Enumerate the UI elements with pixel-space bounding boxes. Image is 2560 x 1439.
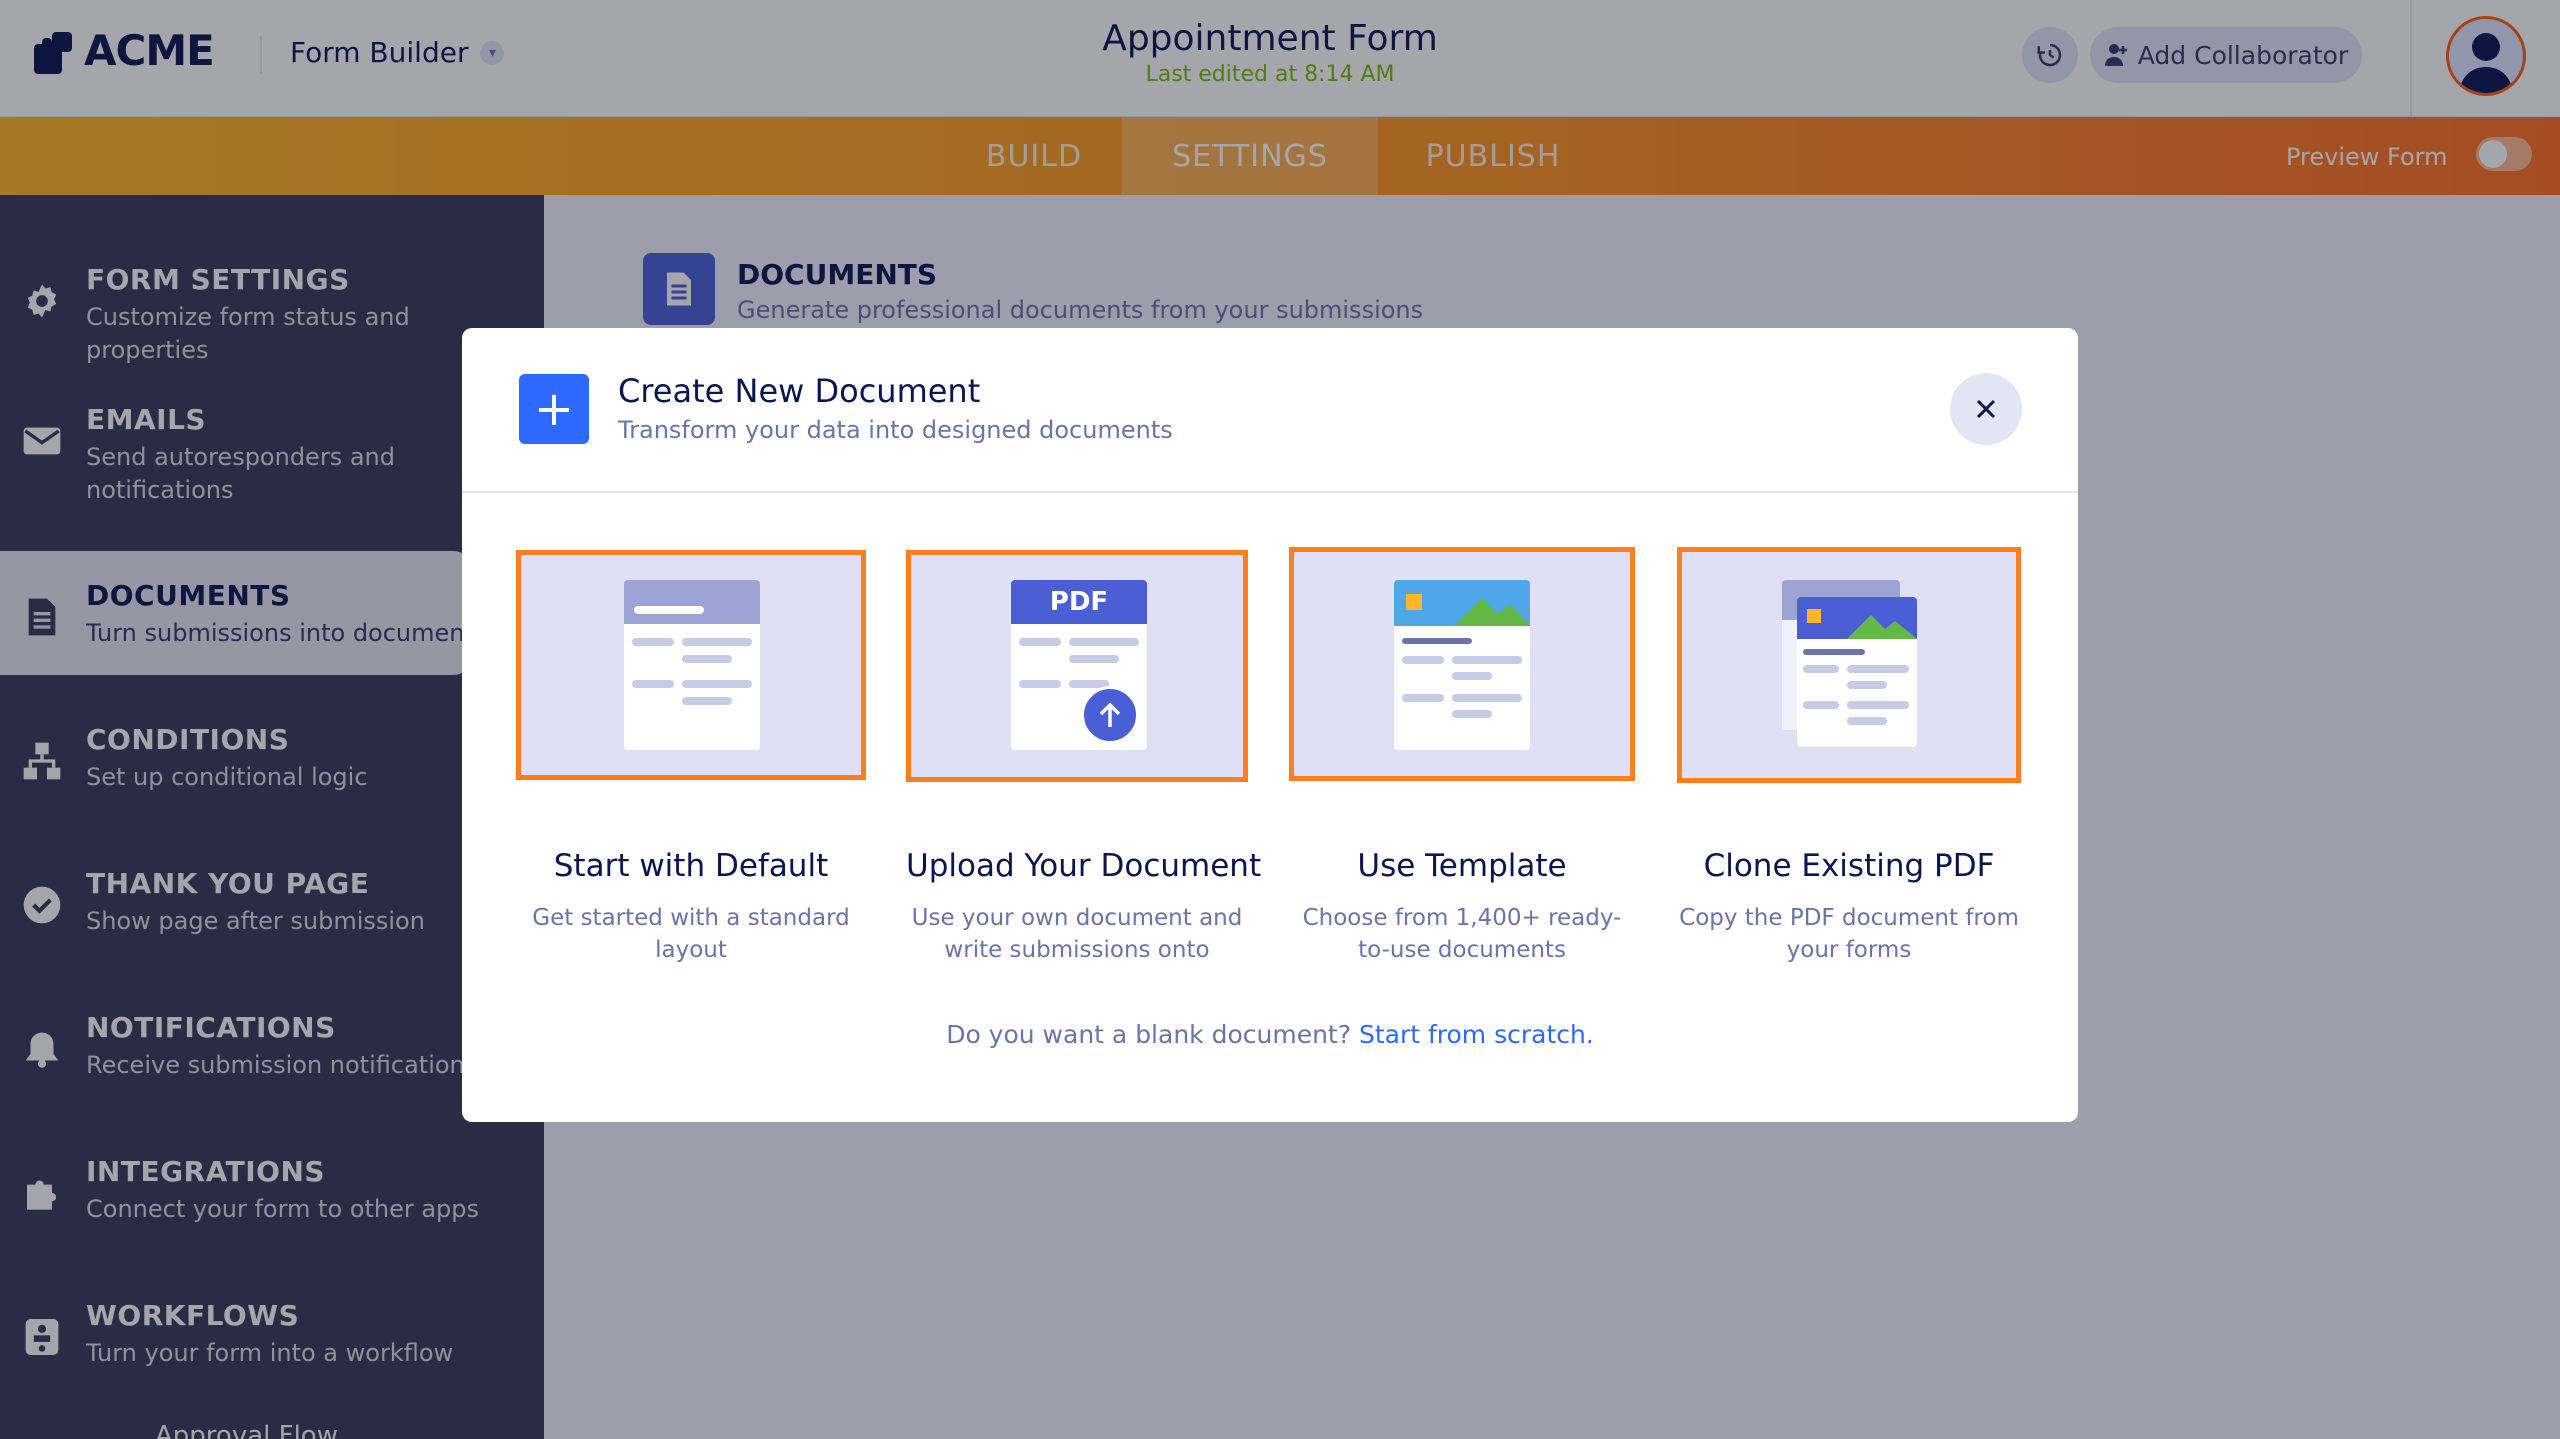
- modal-title: Create New Document: [618, 372, 981, 410]
- option-start-with-default[interactable]: Start with Default Get started with a st…: [516, 550, 866, 970]
- option-title: Clone Existing PDF: [1703, 848, 1995, 884]
- template-document-icon: [1394, 580, 1530, 750]
- option-title: Upload Your Document: [906, 848, 1262, 884]
- option-upload-your-document[interactable]: PDF Upload Your Document Use your own do…: [906, 550, 1262, 970]
- blank-document-question: Do you want a blank document?: [946, 1020, 1351, 1049]
- plus-icon: +: [519, 374, 589, 444]
- option-clone-existing-pdf[interactable]: Clone Existing PDF Copy the PDF document…: [1677, 547, 2021, 970]
- upload-illustration: PDF: [906, 550, 1248, 782]
- default-illustration: [516, 550, 866, 780]
- option-desc: Get started with a standard layout: [532, 905, 850, 963]
- create-document-modal: + Create New Document Transform your dat…: [462, 328, 2078, 1122]
- clone-illustration: [1677, 547, 2021, 783]
- close-icon: [1976, 399, 1996, 419]
- image-placeholder-icon: [1394, 580, 1530, 626]
- option-use-template[interactable]: Use Template Choose from 1,400+ ready-to…: [1289, 547, 1635, 970]
- option-title: Start with Default: [553, 848, 829, 884]
- option-desc: Choose from 1,400+ ready-to-use document…: [1302, 905, 1622, 963]
- blank-document-prompt: Do you want a blank document? Start from…: [462, 1020, 2078, 1049]
- close-button[interactable]: [1950, 373, 2022, 445]
- option-desc: Copy the PDF document from your forms: [1679, 905, 2019, 963]
- modal-header: + Create New Document Transform your dat…: [462, 328, 2078, 493]
- template-illustration: [1289, 547, 1635, 781]
- pdf-badge: PDF: [1011, 580, 1147, 624]
- option-title: Use Template: [1357, 848, 1567, 884]
- pdf-document-icon: PDF: [1011, 580, 1147, 750]
- start-from-scratch-link[interactable]: Start from scratch.: [1359, 1020, 1594, 1049]
- option-desc: Use your own document and write submissi…: [911, 905, 1243, 963]
- upload-arrow-icon: [1081, 686, 1139, 744]
- modal-subtitle: Transform your data into designed docume…: [618, 416, 1173, 444]
- clone-document-icon: [1797, 597, 1917, 747]
- document-illustration-icon: [624, 580, 760, 750]
